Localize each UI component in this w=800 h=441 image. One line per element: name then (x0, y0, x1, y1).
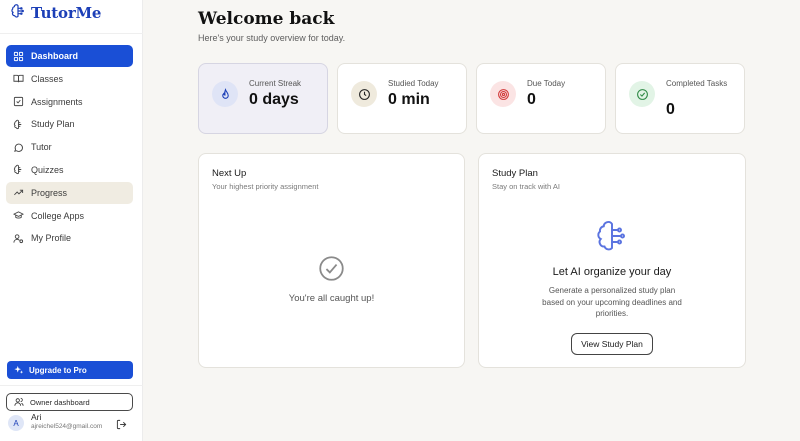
sparkles-icon (14, 365, 24, 374)
sidebar-item-assignments[interactable]: Assignments (6, 91, 133, 113)
sidebar-item-classes[interactable]: Classes (6, 68, 133, 90)
sidebar-item-label: Classes (31, 73, 64, 84)
check-circle-icon (629, 81, 655, 107)
brain-logo-icon (10, 3, 26, 24)
stat-card-due: Due Today 0 (476, 63, 606, 134)
book-icon (13, 75, 24, 83)
sidebar-item-dashboard[interactable]: Dashboard (6, 45, 133, 67)
owner-dashboard-label: Owner dashboard (30, 397, 90, 407)
graduation-cap-icon (13, 211, 24, 219)
stat-value: 0 days (249, 91, 299, 108)
stat-label: Completed Tasks (666, 79, 728, 88)
panel-title: Study Plan (492, 168, 538, 179)
page-title: Welcome back (198, 9, 335, 29)
sidebar-item-college-apps[interactable]: College Apps (6, 205, 133, 227)
sidebar-item-label: My Profile (31, 233, 72, 244)
users-icon (14, 397, 24, 406)
brand-logo[interactable]: TutorMe (10, 3, 102, 24)
target-icon (490, 81, 516, 107)
upgrade-button[interactable]: Upgrade to Pro (7, 361, 133, 379)
panel-subtitle: Your highest priority assignment (212, 182, 319, 191)
next-up-panel: Next Up Your highest priority assignment… (198, 153, 465, 368)
sidebar-item-label: Assignments (31, 96, 83, 107)
stat-label: Due Today (527, 79, 566, 88)
chat-bubble-icon (14, 143, 23, 152)
avatar[interactable]: A (8, 415, 24, 431)
sidebar-item-study-plan[interactable]: Study Plan (6, 113, 133, 135)
sidebar-item-label: Study Plan (31, 119, 75, 130)
brain-icon (13, 165, 22, 175)
view-study-plan-button[interactable]: View Study Plan (571, 333, 653, 355)
user-card: A Ari ajreichel524@gmail.com (8, 412, 133, 435)
logout-icon[interactable] (116, 417, 127, 435)
study-plan-description: Generate a personalized study plan based… (542, 286, 682, 318)
sidebar-item-label: Quizzes (31, 164, 64, 175)
user-settings-icon (13, 234, 24, 243)
checkbox-icon (13, 97, 24, 107)
page-subtitle: Here's your study overview for today. (198, 33, 346, 43)
stat-card-completed: Completed Tasks 0 (615, 63, 745, 134)
grid-icon (13, 51, 24, 61)
study-plan-heading: Let AI organize your day (552, 266, 672, 278)
empty-state-text: You're all caught up! (288, 293, 375, 304)
clock-icon (351, 81, 377, 107)
sidebar-item-quizzes[interactable]: Quizzes (6, 159, 133, 181)
sidebar-item-tutor[interactable]: Tutor (6, 136, 133, 158)
stat-card-streak: Current Streak 0 days (198, 63, 328, 134)
sidebar-nav: Dashboard Classes Assignments Study Plan… (6, 45, 133, 250)
stat-value: 0 min (388, 91, 430, 108)
sidebar-item-label: Dashboard (31, 51, 79, 61)
sidebar-item-my-profile[interactable]: My Profile (6, 227, 133, 249)
stat-label: Current Streak (249, 79, 302, 88)
stat-label: Studied Today (388, 79, 439, 88)
divider (0, 385, 143, 386)
user-name: Ari (31, 412, 42, 422)
user-email: ajreichel524@gmail.com (31, 423, 103, 430)
trending-up-icon (14, 190, 24, 196)
upgrade-label: Upgrade to Pro (29, 365, 87, 375)
sidebar-item-label: Tutor (31, 142, 52, 153)
flame-icon (212, 81, 238, 107)
divider (0, 33, 143, 34)
stat-card-studied: Studied Today 0 min (337, 63, 467, 134)
panel-subtitle: Stay on track with AI (492, 182, 560, 191)
owner-dashboard-button[interactable]: Owner dashboard (6, 393, 133, 411)
sidebar: TutorMe Dashboard Classes Assignments St… (0, 0, 143, 441)
study-plan-panel: Study Plan Stay on track with AI Let AI … (478, 153, 746, 368)
brain-icon (13, 119, 22, 129)
panel-title: Next Up (212, 168, 247, 179)
sidebar-item-progress[interactable]: Progress (6, 181, 133, 204)
check-circle-icon (318, 255, 345, 287)
stat-value: 0 (527, 91, 536, 108)
sidebar-item-label: College Apps (31, 210, 85, 221)
stat-value: 0 (666, 101, 675, 118)
brand-name: TutorMe (31, 4, 102, 22)
sidebar-item-label: Progress (31, 187, 68, 198)
brain-icon (594, 218, 630, 259)
